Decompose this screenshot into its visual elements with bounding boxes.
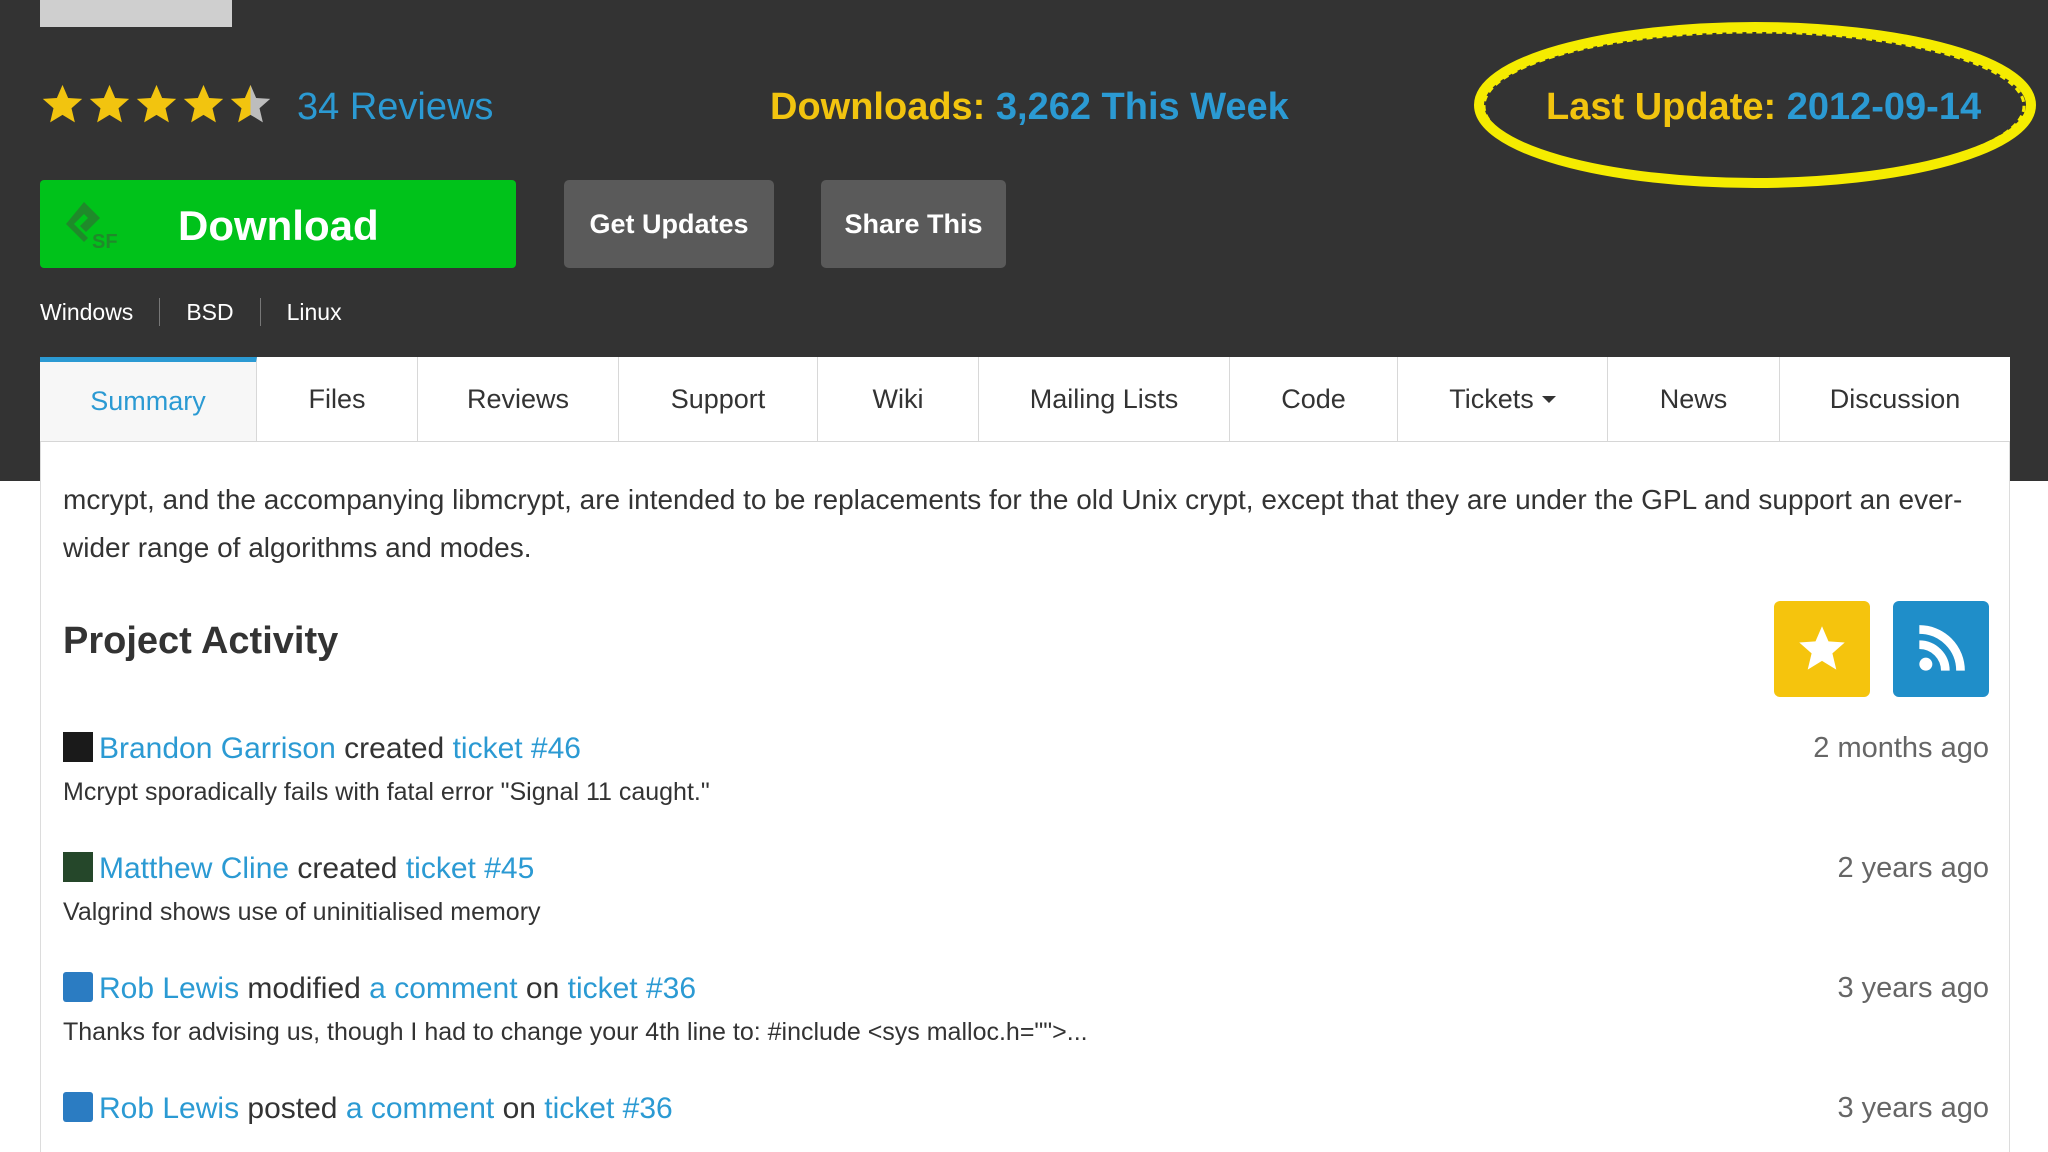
ticket-link[interactable]: ticket #36: [544, 1092, 672, 1125]
activity-headline: Rob Lewis modified a comment on ticket #…: [63, 972, 1989, 1012]
downloads-value: 3,262 This Week: [995, 86, 1289, 128]
activity-action: created: [297, 852, 398, 885]
tab-tickets-label: Tickets: [1449, 383, 1534, 414]
activity-detail: Valgrind shows use of uninitialised memo…: [63, 898, 541, 926]
tab-tickets[interactable]: Tickets: [1398, 357, 1608, 441]
summary-content: mcrypt, and the accompanying libmcrypt, …: [40, 442, 2010, 1152]
divider: [159, 298, 161, 326]
tab-discussion[interactable]: Discussion: [1780, 357, 2010, 441]
project-tabs: Summary Files Reviews Support Wiki Maili…: [40, 357, 2010, 442]
activity-item: Rob Lewis posted a comment on ticket #36…: [63, 1092, 1989, 1132]
activity-detail: Thanks for advising us, though I had to …: [63, 1018, 1088, 1046]
activity-time: 3 years ago: [1837, 972, 1989, 1004]
activity-item: Matthew Cline created ticket #45 2 years…: [63, 852, 1989, 927]
download-button[interactable]: SF Download: [40, 180, 516, 268]
svg-text:SF: SF: [92, 231, 118, 252]
favorite-button[interactable]: [1774, 601, 1870, 697]
get-updates-button[interactable]: Get Updates: [564, 180, 774, 268]
sourceforge-logo-icon: SF: [66, 202, 118, 252]
user-link[interactable]: Rob Lewis: [99, 972, 239, 1005]
activity-headline: Brandon Garrison created ticket #46 2 mo…: [63, 732, 1989, 772]
activity-action: created: [344, 732, 445, 765]
user-link[interactable]: Brandon Garrison: [99, 732, 336, 765]
project-description: mcrypt, and the accompanying libmcrypt, …: [63, 484, 1963, 563]
comment-link[interactable]: a comment: [369, 972, 517, 1005]
star-icon: [183, 84, 224, 123]
rss-icon: [1919, 625, 1965, 671]
rss-feed-button[interactable]: [1893, 601, 1989, 697]
caret-down-icon: [1541, 395, 1556, 403]
download-label: Download: [178, 202, 379, 249]
avatar: [63, 732, 93, 762]
avatar: [63, 852, 93, 882]
activity-time: 2 months ago: [1813, 732, 1989, 764]
activity-action: modified: [247, 972, 361, 1005]
activity-headline: Rob Lewis posted a comment on ticket #36…: [63, 1092, 1989, 1132]
power-avatar-icon: [63, 1092, 93, 1122]
divider: [259, 298, 261, 326]
activity-item: Rob Lewis modified a comment on ticket #…: [63, 972, 1989, 1047]
platform-windows: Windows: [40, 298, 134, 325]
ticket-link[interactable]: ticket #45: [406, 852, 534, 885]
activity-detail: Mcrypt sporadically fails with fatal err…: [63, 778, 710, 806]
tab-reviews[interactable]: Reviews: [418, 357, 619, 441]
activity-headline: Matthew Cline created ticket #45 2 years…: [63, 852, 1989, 892]
project-activity-title: Project Activity: [63, 620, 339, 662]
tab-mailing-lists[interactable]: Mailing Lists: [979, 357, 1230, 441]
ticket-link[interactable]: ticket #46: [453, 732, 581, 765]
star-icon: [136, 84, 177, 123]
user-link[interactable]: Matthew Cline: [99, 852, 289, 885]
header-image-stub: [40, 0, 232, 27]
tab-files[interactable]: Files: [257, 357, 418, 441]
activity-item: Brandon Garrison created ticket #46 2 mo…: [63, 732, 1989, 807]
power-avatar-icon: [63, 972, 93, 1002]
star-icon: [1799, 626, 1845, 670]
star-icon: [42, 84, 83, 123]
tab-news[interactable]: News: [1608, 357, 1780, 441]
ticket-link[interactable]: ticket #36: [568, 972, 696, 1005]
tab-summary[interactable]: Summary: [40, 357, 257, 441]
platform-linux: Linux: [286, 298, 342, 325]
activity-connector: on: [525, 972, 560, 1005]
downloads-label: Downloads:: [770, 86, 986, 128]
tab-support[interactable]: Support: [619, 357, 818, 441]
tab-code[interactable]: Code: [1230, 357, 1398, 441]
half-star-icon: [230, 84, 271, 123]
platform-bsd: BSD: [186, 298, 234, 325]
activity-time: 2 years ago: [1837, 852, 1989, 884]
highlight-circle-annotation: [1474, 22, 2036, 188]
tab-wiki[interactable]: Wiki: [818, 357, 979, 441]
activity-action: posted: [247, 1092, 338, 1125]
star-icon: [89, 84, 130, 123]
user-link[interactable]: Rob Lewis: [99, 1092, 239, 1125]
rating-stars: [40, 82, 273, 134]
downloads-stat: Downloads: 3,262 This Week: [770, 86, 1289, 129]
share-button[interactable]: Share This: [821, 180, 1006, 268]
comment-link[interactable]: a comment: [346, 1092, 494, 1125]
activity-time: 3 years ago: [1837, 1092, 1989, 1124]
platform-list: Windows BSD Linux: [40, 298, 342, 326]
activity-connector: on: [502, 1092, 536, 1125]
reviews-link[interactable]: 34 Reviews: [297, 86, 493, 129]
